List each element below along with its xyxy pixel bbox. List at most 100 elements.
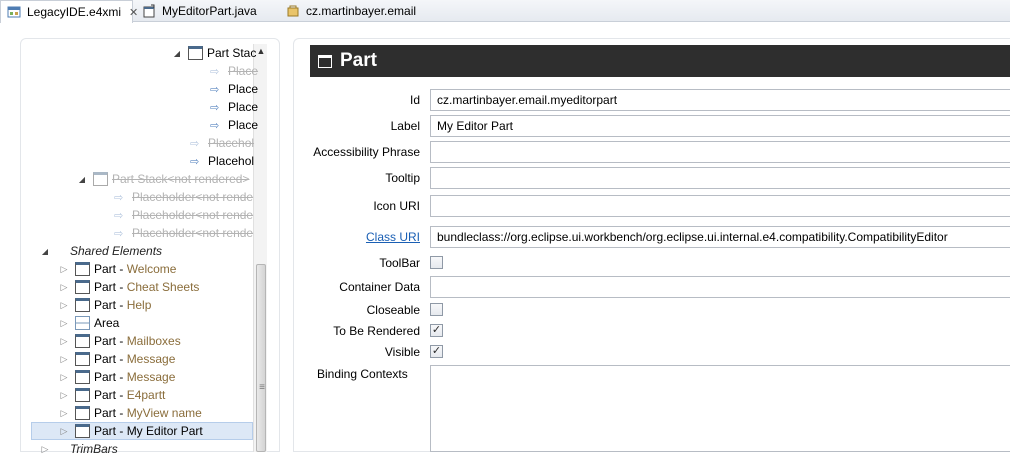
class-uri-link[interactable]: Class URI: [310, 230, 420, 244]
tree-item-shared-elements[interactable]: ◢ Shared Elements: [40, 242, 162, 260]
collapsed-twisty-icon[interactable]: ▷: [59, 354, 69, 365]
placeholder-arrow-icon: ⇨: [210, 83, 220, 96]
id-label: Id: [409, 93, 420, 107]
tree-item-part-stack[interactable]: ◢ Part Stac: [172, 44, 256, 62]
tree-item-placeholder[interactable]: ⇨ Place: [210, 98, 258, 116]
tree-item-label: Placehol: [208, 136, 255, 150]
collapsed-twisty-icon[interactable]: ▷: [59, 408, 69, 419]
tree-item-part[interactable]: ▷ Part - Mailboxes: [59, 332, 181, 350]
part-icon: [75, 334, 90, 348]
tree-item-placeholder[interactable]: ⇨ Placehol: [190, 134, 254, 152]
toolbar-checkbox[interactable]: [430, 256, 443, 269]
id-row: Id cz.martinbayer.email.myeditorpart: [310, 89, 1010, 111]
icon-uri-row: Icon URI: [310, 195, 1010, 217]
tree-item-part[interactable]: ▷ Part - E4partt: [59, 386, 165, 404]
container-data-field[interactable]: [430, 276, 1010, 298]
tree-item-trimbars[interactable]: ▷ TrimBars: [40, 440, 118, 458]
tree-item-part-selected[interactable]: ▷ Part - My Editor Part: [31, 422, 253, 440]
icon-uri-field[interactable]: [430, 195, 1010, 217]
tree-item-label: Part Stack<not rendered>: [112, 172, 250, 186]
tab-myeditorpart-java[interactable]: MyEditorPart.java: [136, 0, 263, 22]
tree-item-label: Place: [228, 82, 259, 96]
placeholder-arrow-icon: ⇨: [210, 65, 220, 78]
placeholder-arrow-icon: ⇨: [190, 155, 200, 168]
container-data-label: Container Data: [339, 280, 420, 294]
collapsed-twisty-icon[interactable]: ▷: [59, 264, 69, 275]
visible-checkbox[interactable]: ✓: [430, 345, 443, 358]
class-uri-field[interactable]: bundleclass://org.eclipse.ui.workbench/o…: [430, 226, 1010, 248]
part-icon: [75, 298, 90, 312]
tab-cz-martinbayer-email[interactable]: cz.martinbayer.email: [280, 0, 422, 22]
tree-item-placeholder[interactable]: ⇨ Placehol: [190, 152, 254, 170]
collapsed-twisty-icon[interactable]: ▷: [59, 282, 69, 293]
tree-item-placeholder[interactable]: ⇨ Placeholder<not rende: [114, 224, 253, 242]
expanded-twisty-icon[interactable]: ◢: [40, 247, 50, 256]
binding-contexts-list[interactable]: [430, 365, 1010, 452]
tree-item-area[interactable]: ▷ Area: [59, 314, 119, 332]
editor-title: Part: [340, 50, 377, 71]
part-icon: [75, 424, 90, 438]
class-uri-row: Class URI bundleclass://org.eclipse.ui.w…: [310, 226, 1010, 248]
tree-item-part[interactable]: ▷ Part - Message: [59, 368, 175, 386]
tree-item-part[interactable]: ▷ Part - Welcome: [59, 260, 176, 278]
tree-item-part[interactable]: ▷ Part - MyView name: [59, 404, 202, 422]
tree-item-separator: -: [116, 262, 127, 276]
closeable-checkbox[interactable]: [430, 303, 443, 316]
scroll-thumb[interactable]: [256, 264, 267, 452]
expanded-twisty-icon[interactable]: ◢: [172, 49, 182, 58]
tooltip-field[interactable]: [430, 167, 1010, 189]
tree-item-label: Place: [228, 64, 259, 78]
tab-label: MyEditorPart.java: [162, 4, 257, 18]
tree-item-separator: -: [116, 370, 127, 384]
placeholder-arrow-icon: ⇨: [114, 191, 124, 204]
collapsed-twisty-icon[interactable]: ▷: [59, 390, 69, 401]
tree-item-name: Cheat Sheets: [126, 280, 200, 294]
collapsed-twisty-icon[interactable]: ▷: [59, 426, 69, 437]
tree-item-part[interactable]: ▷ Part - Help: [59, 296, 151, 314]
tree-item-part[interactable]: ▷ Part - Cheat Sheets: [59, 278, 199, 296]
tree-item-separator: -: [116, 352, 127, 366]
placeholder-arrow-icon: ⇨: [114, 227, 124, 240]
accessibility-phrase-field[interactable]: [430, 141, 1010, 163]
tree-item-label: Placeholder<not rende: [132, 226, 254, 240]
label-field[interactable]: My Editor Part: [430, 115, 1010, 137]
package-icon: [286, 4, 300, 18]
id-field[interactable]: cz.martinbayer.email.myeditorpart: [430, 89, 1010, 111]
tree-item-part-stack-not-rendered[interactable]: ◢ Part Stack<not rendered>: [77, 170, 249, 188]
collapsed-twisty-icon[interactable]: ▷: [59, 336, 69, 347]
placeholder-arrow-icon: ⇨: [210, 119, 220, 132]
tree-item-type: Part: [94, 388, 117, 402]
tree-item-part[interactable]: ▷ Part - Message: [59, 350, 175, 368]
to-be-rendered-label: To Be Rendered: [333, 324, 420, 338]
accessibility-phrase-row: Accessibility Phrase: [310, 141, 1010, 163]
tree-item-label: Placehol: [208, 154, 255, 168]
collapsed-twisty-icon[interactable]: ▷: [40, 444, 50, 455]
part-icon: [318, 54, 332, 68]
tree-item-placeholder[interactable]: ⇨ Place: [210, 116, 258, 134]
tree-item-separator: -: [116, 280, 127, 294]
tree-item-name: E4partt: [126, 388, 166, 402]
collapsed-twisty-icon[interactable]: ▷: [59, 318, 69, 329]
tab-label: cz.martinbayer.email: [306, 4, 417, 18]
tree-item-separator: -: [116, 334, 127, 348]
closeable-row: Closeable: [310, 299, 1010, 321]
tree-item-label: Placeholder<not rende: [132, 208, 254, 222]
tree-item-name: Mailboxes: [126, 334, 181, 348]
tree-item-placeholder[interactable]: ⇨ Placeholder<not rende: [114, 188, 253, 206]
tree-item-separator: -: [116, 298, 127, 312]
tab-legacyide-e4xmi[interactable]: LegacyIDE.e4xmi ✕: [0, 0, 138, 23]
visible-label: Visible: [384, 345, 420, 359]
tree-item-separator: -: [116, 424, 127, 438]
tree-item-placeholder[interactable]: ⇨ Placeholder<not rende: [114, 206, 253, 224]
placeholder-arrow-icon: ⇨: [210, 101, 220, 114]
tree-item-placeholder[interactable]: ⇨ Place: [210, 62, 258, 80]
collapsed-twisty-icon[interactable]: ▷: [59, 300, 69, 311]
collapsed-twisty-icon[interactable]: ▷: [59, 372, 69, 383]
to-be-rendered-checkbox[interactable]: ✓: [430, 324, 443, 337]
editor-header: Part: [310, 45, 1010, 77]
tooltip-label: Tooltip: [385, 171, 420, 185]
toolbar-label: ToolBar: [379, 256, 420, 270]
placeholder-arrow-icon: ⇨: [114, 209, 124, 222]
expanded-twisty-icon[interactable]: ◢: [77, 175, 87, 184]
tree-item-placeholder[interactable]: ⇨ Place: [210, 80, 258, 98]
